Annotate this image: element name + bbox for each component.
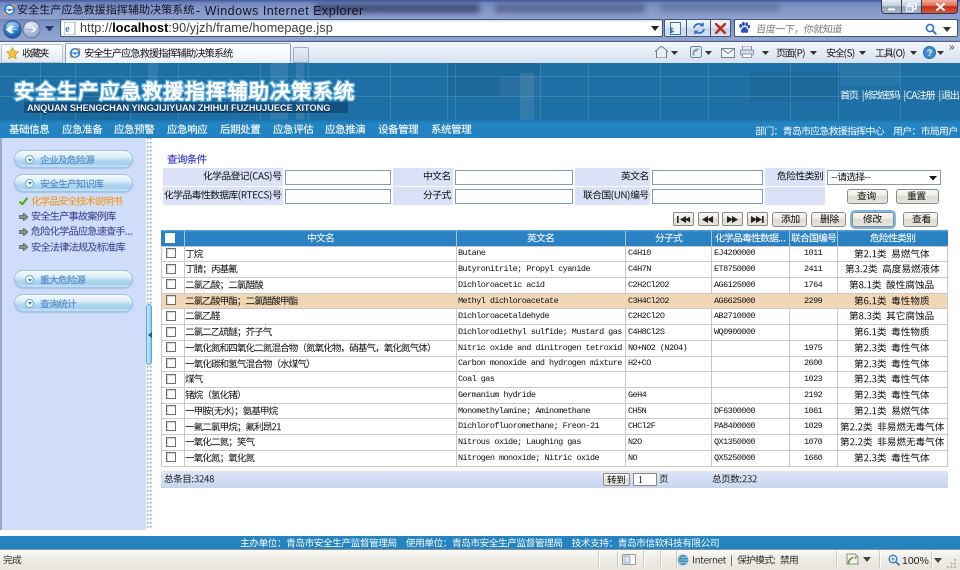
svg-text:e: e	[65, 24, 70, 35]
svg-text:?: ?	[927, 48, 933, 59]
